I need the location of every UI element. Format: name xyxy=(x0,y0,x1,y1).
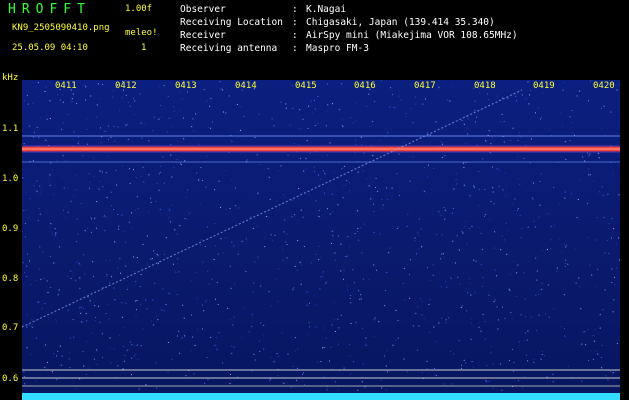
info-value: AirSpy mini (Miakejima VOR 108.65MHz) xyxy=(306,30,518,41)
x-tick-label: 0412 xyxy=(115,81,137,91)
info-value: Chigasaki, Japan (139.414 35.340) xyxy=(306,17,495,28)
version-label: 1.00f xyxy=(125,4,153,14)
spectrogram-plot xyxy=(22,80,620,400)
meleo-label: meleo! xyxy=(125,28,158,38)
plot-background xyxy=(22,80,620,400)
info-receiver: Receiver: AirSpy mini (Miakejima VOR 108.… xyxy=(180,30,518,41)
y-tick-label: 0.6 xyxy=(2,374,19,384)
x-tick-label: 0414 xyxy=(235,81,257,91)
info-key: Receiver xyxy=(180,30,226,41)
x-tick-label: 0419 xyxy=(533,81,555,91)
y-tick-label: 0.7 xyxy=(2,323,19,333)
info-value: K.Nagai xyxy=(306,4,347,15)
app-logo: HROFFT xyxy=(8,2,91,17)
info-observer: Observer: K.Nagai xyxy=(180,4,347,15)
y-tick-label: 1.0 xyxy=(2,174,19,184)
y-tick-label: 0.9 xyxy=(2,224,19,234)
y-axis-unit: kHz xyxy=(2,73,19,83)
info-antenna: Receiving antenna: Maspro FM-3 xyxy=(180,43,369,54)
x-tick-label: 0416 xyxy=(354,81,376,91)
y-tick-label: 1.1 xyxy=(2,124,19,134)
x-tick-label: 0420 xyxy=(593,81,615,91)
x-tick-label: 0415 xyxy=(295,81,317,91)
filename-label: KN9_2505090410.png xyxy=(12,23,110,33)
y-tick-label: 0.8 xyxy=(2,274,19,284)
count-label: 1 xyxy=(141,43,147,53)
x-tick-label: 0418 xyxy=(474,81,496,91)
info-key: Receiving Location xyxy=(180,17,283,28)
info-value: Maspro FM-3 xyxy=(306,43,369,54)
x-tick-label: 0411 xyxy=(55,81,77,91)
datetime-label: 25.05.09 04:10 xyxy=(12,43,88,53)
info-location: Receiving Location: Chigasaki, Japan (139… xyxy=(180,17,495,28)
info-key: Observer xyxy=(180,4,226,15)
x-tick-label: 0413 xyxy=(175,81,197,91)
station-info: Observer: K.Nagai Receiving Location: Chig… xyxy=(180,3,518,55)
spectrogram-svg xyxy=(22,80,620,400)
x-tick-label: 0417 xyxy=(414,81,436,91)
noise-floor-bar xyxy=(22,393,620,400)
info-key: Receiving antenna xyxy=(180,43,278,54)
